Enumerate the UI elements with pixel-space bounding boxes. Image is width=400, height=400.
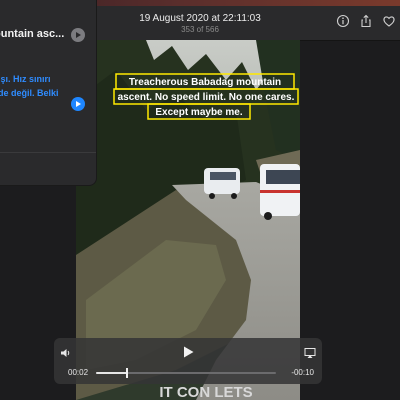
sidebar-divider xyxy=(0,152,96,153)
progress-scrubber[interactable] xyxy=(126,368,128,378)
video-bottom-overlay-text: IT CON LETS xyxy=(159,384,252,400)
remaining-time: -00:10 xyxy=(291,368,314,377)
message-sidebar-panel: ountain asc... ışı. Hız sınırı de değil.… xyxy=(0,0,97,186)
info-icon[interactable] xyxy=(336,14,350,28)
heart-icon[interactable] xyxy=(382,14,396,28)
reply-arrow-icon[interactable] xyxy=(71,97,85,111)
current-time: 00:02 xyxy=(68,368,89,377)
caption-line-2: ascent. No speed limit. No one cares. xyxy=(118,92,295,103)
progress-track[interactable] xyxy=(96,368,276,378)
play-button[interactable] xyxy=(181,345,195,364)
airplay-icon[interactable] xyxy=(304,346,316,364)
shared-item-title[interactable]: ountain asc... xyxy=(0,28,64,40)
share-icon[interactable] xyxy=(359,14,373,28)
message-text: ışı. Hız sınırı de değil. Belki xyxy=(0,74,59,98)
play-circle-icon[interactable] xyxy=(71,28,85,42)
caption-line-3: Except maybe me. xyxy=(155,107,242,118)
volume-icon[interactable] xyxy=(60,346,72,364)
progress-fill xyxy=(96,372,127,374)
caption-line-1: Treacherous Babadag mountain xyxy=(129,77,281,88)
video-controls-bar: 00:02 -00:10 xyxy=(54,338,322,384)
